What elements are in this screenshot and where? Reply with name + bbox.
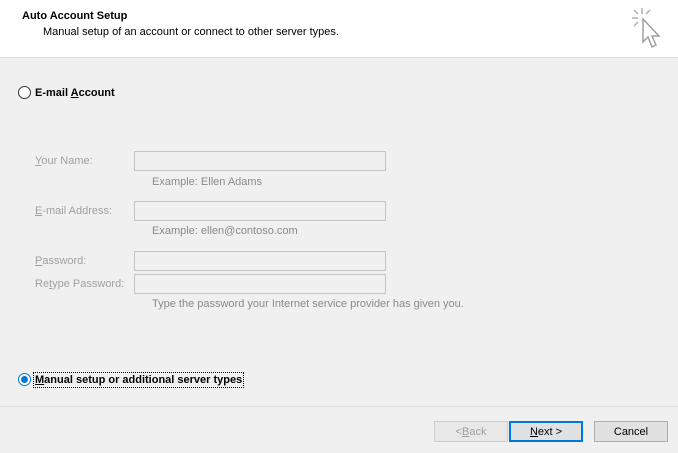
- header: Auto Account Setup Manual setup of an ac…: [0, 0, 678, 58]
- password-label: Password:: [35, 255, 87, 267]
- manual-setup-radio-button[interactable]: [18, 373, 31, 386]
- email-address-hint: Example: ellen@contoso.com: [152, 225, 298, 237]
- your-name-label: Your Name:: [35, 155, 93, 167]
- cursor-sparkle-icon: [632, 8, 661, 49]
- retype-password-input[interactable]: [134, 274, 386, 294]
- manual-setup-radio[interactable]: Manual setup or additional server types: [18, 371, 245, 388]
- page-subtitle: Manual setup of an account or connect to…: [43, 26, 339, 38]
- email-account-radio[interactable]: E-mail Account: [18, 86, 115, 99]
- password-input[interactable]: [134, 251, 386, 271]
- email-account-label: E-mail Account: [35, 86, 115, 99]
- next-button[interactable]: Next >: [509, 421, 583, 442]
- footer-divider: [0, 406, 678, 407]
- manual-setup-label: Manual setup or additional server types: [32, 371, 245, 388]
- page-title: Auto Account Setup: [22, 10, 128, 22]
- email-address-label: E-mail Address:: [35, 205, 113, 217]
- password-hint: Type the password your Internet service …: [152, 298, 464, 310]
- email-address-input[interactable]: [134, 201, 386, 221]
- email-account-radio-button[interactable]: [18, 86, 31, 99]
- retype-password-label: Retype Password:: [35, 278, 125, 290]
- back-button[interactable]: < Back: [434, 421, 508, 442]
- your-name-hint: Example: Ellen Adams: [152, 176, 263, 188]
- cancel-button[interactable]: Cancel: [594, 421, 668, 442]
- your-name-input[interactable]: [134, 151, 386, 171]
